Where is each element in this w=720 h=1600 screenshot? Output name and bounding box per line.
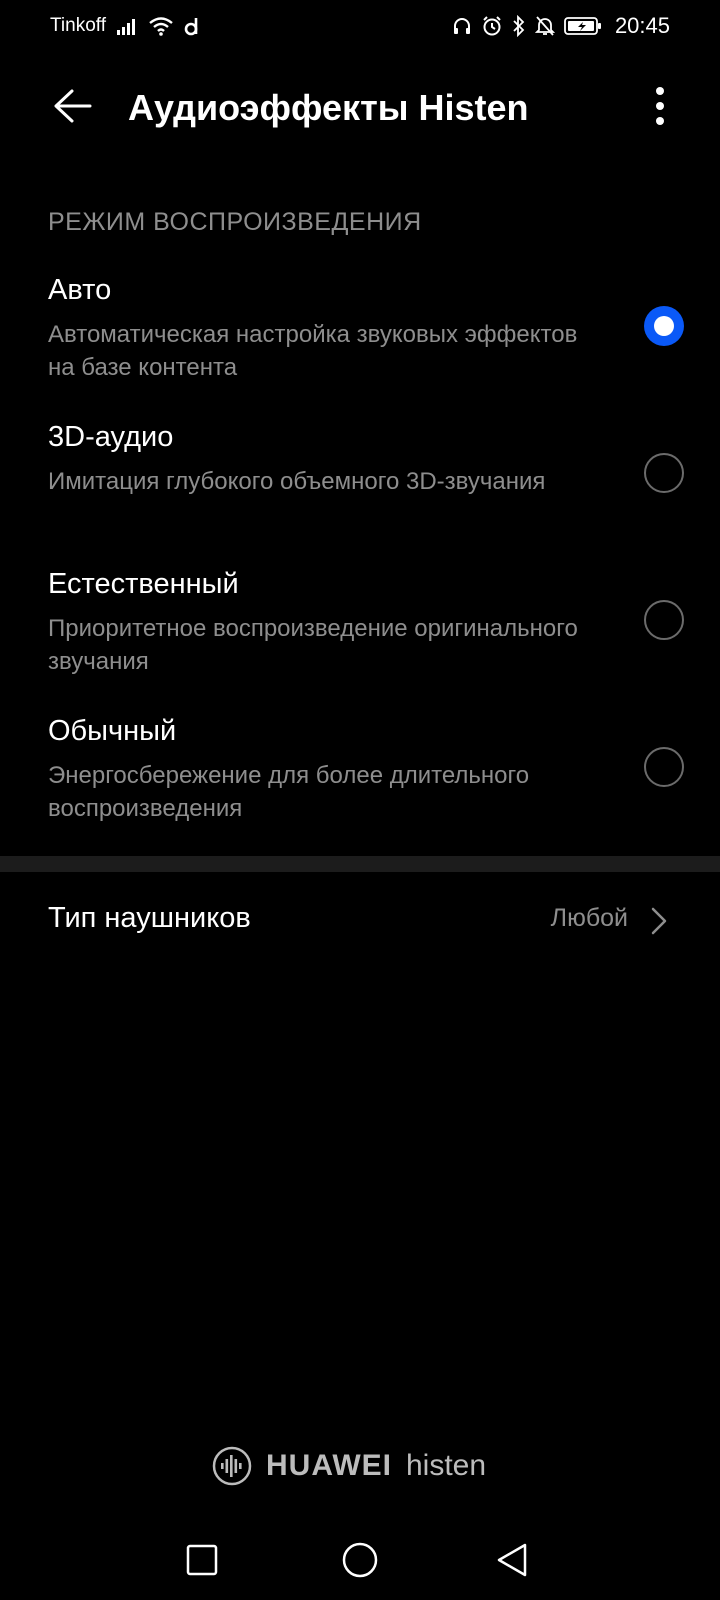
back-triangle-icon — [497, 1543, 527, 1577]
mute-icon — [534, 15, 555, 37]
home-button[interactable] — [338, 1538, 382, 1582]
option-title: Естественный — [48, 568, 239, 600]
back-button[interactable] — [48, 82, 96, 130]
section-divider — [0, 856, 720, 872]
radio-3d-audio[interactable] — [644, 453, 684, 493]
option-title: Обычный — [48, 715, 177, 747]
option-description: Автоматическая настройка звуковых эффект… — [48, 321, 578, 381]
option-auto[interactable]: Авто Автоматическая настройка звуковых э… — [0, 274, 720, 424]
radio-auto[interactable] — [644, 306, 684, 346]
status-bar: Tinkoff 20:45 — [0, 0, 720, 52]
bluetooth-icon — [512, 15, 526, 37]
section-header: РЕЖИМ ВОСПРОИЗВЕДЕНИЯ — [48, 208, 422, 236]
option-title: Авто — [48, 274, 112, 306]
recents-square-icon — [186, 1544, 218, 1576]
app-bar: Аудиоэффекты Histen — [0, 60, 720, 152]
option-natural[interactable]: Естественный Приоритетное воспроизведени… — [0, 568, 720, 718]
option-description: Имитация глубокого объемного 3D-звучания — [48, 468, 546, 495]
recents-button[interactable] — [180, 1538, 224, 1582]
headphone-type-value: Любой — [550, 904, 628, 932]
back-arrow-icon — [54, 89, 92, 123]
brand-name-huawei: HUAWEI — [266, 1449, 392, 1482]
histen-logo-icon — [212, 1446, 252, 1486]
navigation-bar — [0, 1520, 720, 1600]
nav-back-button[interactable] — [490, 1538, 534, 1582]
option-description: Приоритетное воспроизведение оригинально… — [48, 615, 578, 675]
headphones-icon — [452, 16, 472, 36]
headphone-type-row[interactable]: Тип наушников Любой — [0, 880, 720, 960]
alarm-icon — [481, 15, 503, 37]
brand-name-histen: histen — [406, 1449, 487, 1482]
headphone-type-label: Тип наушников — [48, 902, 251, 934]
battery-charging-icon — [564, 16, 602, 36]
more-vertical-icon — [656, 87, 664, 125]
home-circle-icon — [342, 1542, 378, 1578]
carrier-name: Tinkoff — [50, 15, 106, 36]
radio-natural[interactable] — [644, 600, 684, 640]
brand-logo-block: HUAWEI histen — [212, 1446, 486, 1486]
status-left: Tinkoff — [50, 15, 200, 37]
more-options-button[interactable] — [642, 82, 678, 130]
status-time: 20:45 — [614, 13, 670, 38]
status-right: 20:45 — [452, 13, 670, 39]
radio-normal[interactable] — [644, 747, 684, 787]
screen: Tinkoff 20:45 Аудиоэффекты Histen РЕЖИМ … — [0, 0, 720, 1600]
option-normal[interactable]: Обычный Энергосбережение для более длите… — [0, 715, 720, 865]
option-description: Энергосбережение для более длительного в… — [48, 762, 530, 822]
d-app-icon — [184, 16, 200, 36]
wifi-icon — [148, 16, 174, 36]
page-title: Аудиоэффекты Histen — [128, 87, 529, 128]
chevron-right-icon — [651, 907, 667, 935]
option-title: 3D-аудио — [48, 421, 174, 453]
option-3d-audio[interactable]: 3D-аудио Имитация глубокого объемного 3D… — [0, 421, 720, 571]
signal-icon — [116, 17, 138, 35]
